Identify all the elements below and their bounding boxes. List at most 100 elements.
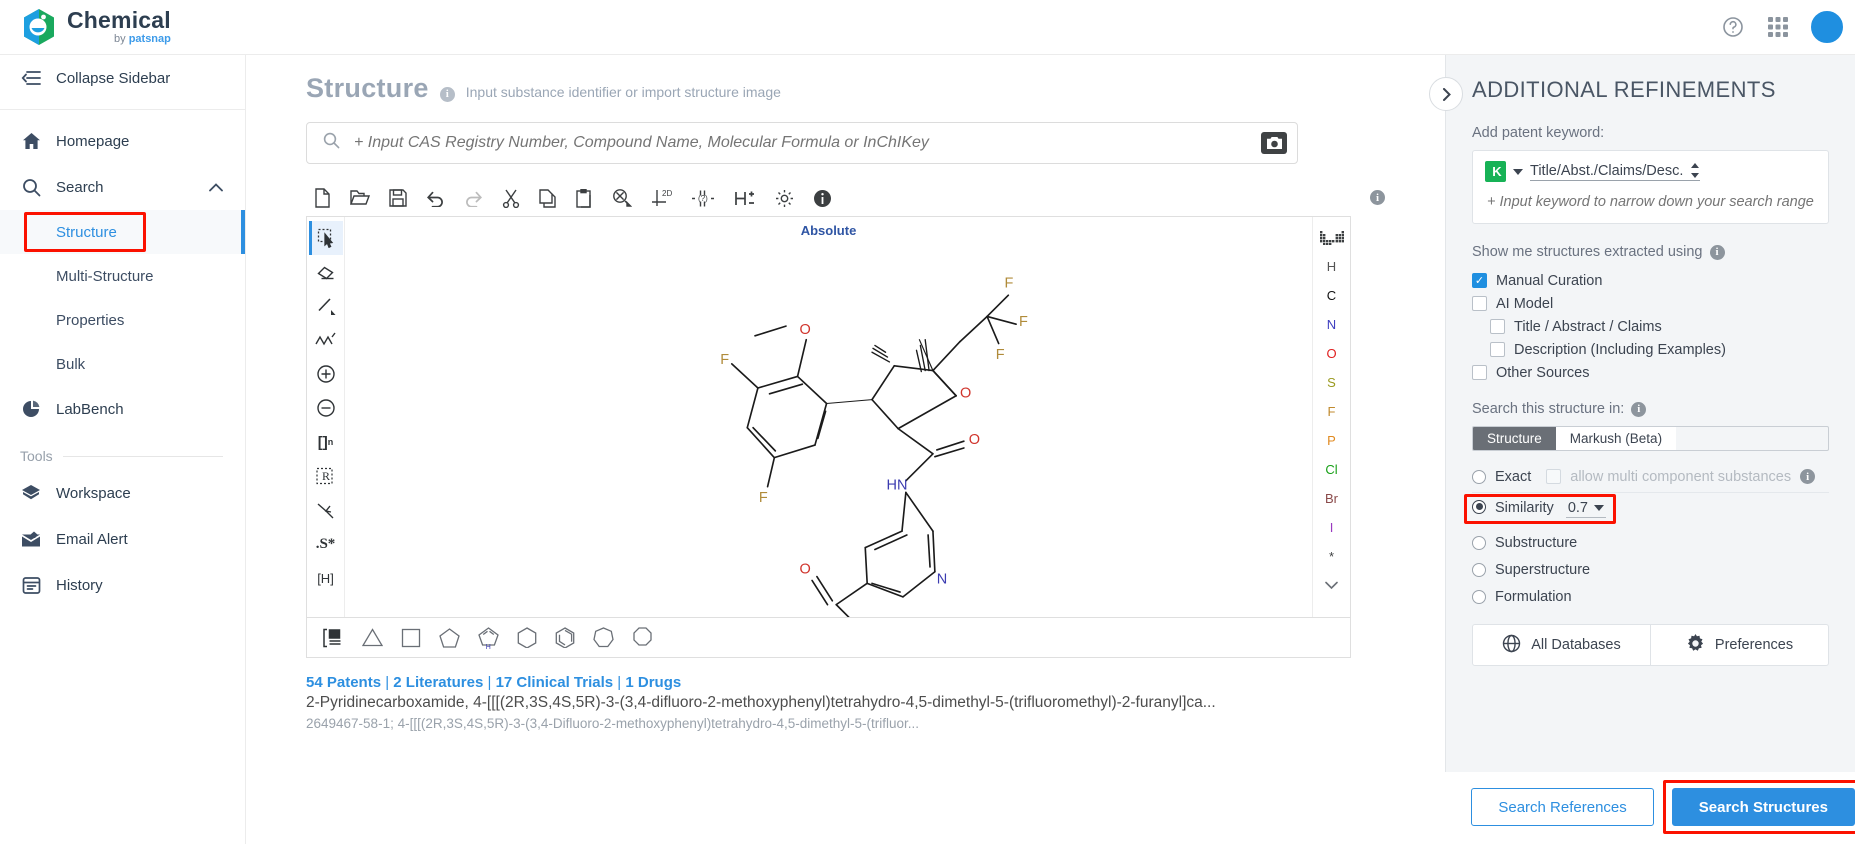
info-icon[interactable]: i bbox=[1800, 469, 1816, 484]
template-chooser-icon[interactable] bbox=[322, 628, 344, 648]
zoom-icon[interactable] bbox=[612, 188, 632, 208]
charge-minus-tool[interactable] bbox=[309, 391, 343, 425]
search-info-icon[interactable]: i bbox=[1370, 190, 1385, 205]
chevron-down-icon[interactable] bbox=[1513, 168, 1523, 175]
cycloheptane-ring[interactable] bbox=[593, 627, 614, 648]
element-F[interactable]: F bbox=[1313, 397, 1350, 426]
search-input[interactable] bbox=[352, 133, 1249, 153]
sidebar-item-history[interactable]: History bbox=[0, 562, 245, 608]
sidebar-item-structure[interactable]: Structure bbox=[0, 210, 245, 254]
segment-markush[interactable]: Markush (Beta) bbox=[1555, 427, 1677, 450]
paste-icon[interactable] bbox=[576, 188, 593, 208]
atom-label-HN: HN bbox=[887, 478, 908, 494]
checkbox-allow-multi-component[interactable] bbox=[1546, 469, 1562, 484]
search-structures-button[interactable]: Search Structures bbox=[1671, 788, 1855, 826]
radio-substructure[interactable]: Substructure bbox=[1472, 529, 1829, 556]
cyclooctane-ring[interactable] bbox=[632, 627, 653, 648]
radio-exact[interactable]: Exact allow multi component substances i bbox=[1472, 463, 1829, 490]
keyword-scope-select[interactable]: Title/Abst./Claims/Desc. bbox=[1530, 163, 1701, 181]
copy-icon[interactable] bbox=[539, 188, 557, 208]
info-icon[interactable]: i bbox=[439, 86, 455, 102]
info-icon[interactable]: i bbox=[1631, 401, 1647, 417]
help-circle-icon[interactable] bbox=[1721, 15, 1745, 39]
segment-structure[interactable]: Structure bbox=[1473, 427, 1556, 450]
chain-tool[interactable] bbox=[309, 323, 343, 357]
cut-icon[interactable] bbox=[502, 189, 520, 208]
chevron-up-icon[interactable] bbox=[209, 179, 223, 196]
element-N[interactable]: N bbox=[1313, 310, 1350, 339]
sidebar-item-workspace[interactable]: Workspace bbox=[0, 470, 245, 516]
redo-icon[interactable] bbox=[464, 190, 483, 207]
element-S[interactable]: S bbox=[1313, 368, 1350, 397]
checkbox-description[interactable]: Description (Including Examples) bbox=[1472, 338, 1829, 361]
cyclopropane-ring[interactable] bbox=[362, 628, 383, 647]
similarity-threshold-select[interactable]: 0.7 bbox=[1565, 500, 1606, 518]
radio-similarity-row[interactable]: Similarity 0.7 bbox=[1464, 493, 1829, 524]
chevron-right-icon[interactable] bbox=[1429, 77, 1463, 111]
stereo-query-icon[interactable]: (?) bbox=[691, 189, 715, 208]
save-icon[interactable] bbox=[389, 189, 407, 207]
checkbox-title-abstract-claims[interactable]: Title / Abstract / Claims bbox=[1472, 315, 1829, 338]
element-Br[interactable]: Br bbox=[1313, 484, 1350, 513]
preferences-button[interactable]: Preferences bbox=[1650, 625, 1828, 665]
bracket-tool[interactable]: [] n bbox=[309, 425, 343, 459]
checkbox-ai-model[interactable]: AI Model bbox=[1472, 292, 1829, 315]
cyclobutane-ring[interactable] bbox=[401, 628, 421, 648]
result-count-patents[interactable]: 54 Patents bbox=[306, 674, 381, 691]
sidebar-item-search[interactable]: Search bbox=[0, 164, 245, 210]
search-references-button[interactable]: Search References bbox=[1471, 788, 1654, 826]
bond-single-tool[interactable] bbox=[309, 289, 343, 323]
element-scroll-down-icon[interactable] bbox=[1313, 571, 1350, 600]
info-icon[interactable] bbox=[813, 189, 832, 208]
charge-plus-tool[interactable] bbox=[309, 357, 343, 391]
checkbox-manual-curation[interactable]: ✓ Manual Curation bbox=[1472, 269, 1829, 292]
settings-gear-icon[interactable] bbox=[775, 189, 794, 208]
sidebar-item-homepage[interactable]: Homepage bbox=[0, 118, 245, 164]
open-folder-icon[interactable] bbox=[350, 189, 370, 207]
element-I[interactable]: I bbox=[1313, 513, 1350, 542]
sidebar-label-search: Search bbox=[56, 178, 104, 196]
new-file-icon[interactable] bbox=[314, 188, 331, 208]
structure-search-bar[interactable] bbox=[306, 122, 1298, 164]
result-count-clinical-trials[interactable]: 17 Clinical Trials bbox=[496, 674, 614, 691]
element-Cl[interactable]: Cl bbox=[1313, 455, 1350, 484]
hydrogen-icon[interactable] bbox=[734, 189, 756, 208]
element-H[interactable]: H bbox=[1313, 252, 1350, 281]
result-count-drugs[interactable]: 1 Drugs bbox=[625, 674, 681, 691]
radio-formulation[interactable]: Formulation bbox=[1472, 583, 1829, 610]
sidebar-item-labbench[interactable]: LabBench bbox=[0, 386, 245, 432]
r-group-tool[interactable]: R bbox=[309, 459, 343, 493]
all-databases-button[interactable]: All Databases bbox=[1473, 625, 1650, 665]
camera-icon[interactable] bbox=[1261, 132, 1287, 154]
radio-superstructure[interactable]: Superstructure bbox=[1472, 556, 1829, 583]
sidebar-item-email-alert[interactable]: Email Alert bbox=[0, 516, 245, 562]
keyword-input[interactable] bbox=[1485, 193, 1816, 211]
result-count-literatures[interactable]: 2 Literatures bbox=[393, 674, 483, 691]
cyclopentane-ring[interactable] bbox=[439, 627, 460, 648]
layout-2d-icon[interactable]: 2D bbox=[651, 189, 672, 208]
sidebar-item-multi-structure[interactable]: Multi-Structure bbox=[0, 254, 245, 298]
element-O[interactable]: O bbox=[1313, 339, 1350, 368]
element-any[interactable]: * bbox=[1313, 542, 1350, 571]
sidebar-item-bulk[interactable]: Bulk bbox=[0, 342, 245, 386]
benzene-ring[interactable] bbox=[555, 627, 575, 648]
undo-icon[interactable] bbox=[426, 190, 445, 207]
stereo-tool[interactable]: .S* bbox=[309, 527, 343, 561]
reaction-arrow-tool[interactable] bbox=[309, 493, 343, 527]
select-lasso-tool[interactable] bbox=[308, 221, 343, 255]
info-icon[interactable]: i bbox=[1709, 244, 1725, 260]
sidebar-item-properties[interactable]: Properties bbox=[0, 298, 245, 342]
element-P[interactable]: P bbox=[1313, 426, 1350, 455]
grid-apps-icon[interactable] bbox=[1767, 16, 1789, 38]
eraser-tool[interactable] bbox=[309, 255, 343, 289]
molecule-canvas[interactable]: Absolute F F F O O F F O HN N O bbox=[345, 217, 1312, 617]
collapse-sidebar-button[interactable]: Collapse Sidebar bbox=[0, 55, 245, 101]
checkbox-other-sources[interactable]: Other Sources bbox=[1472, 361, 1829, 384]
periodic-table-icon[interactable] bbox=[1313, 223, 1350, 252]
pyrrole-ring[interactable]: H bbox=[478, 626, 499, 649]
user-avatar[interactable] bbox=[1811, 11, 1843, 43]
cyclohexane-ring[interactable] bbox=[517, 627, 537, 648]
brand-logo-area[interactable]: Chemical by patsnap bbox=[0, 8, 171, 46]
element-C[interactable]: C bbox=[1313, 281, 1350, 310]
explicit-hydrogen-tool[interactable]: [H] bbox=[309, 561, 343, 595]
